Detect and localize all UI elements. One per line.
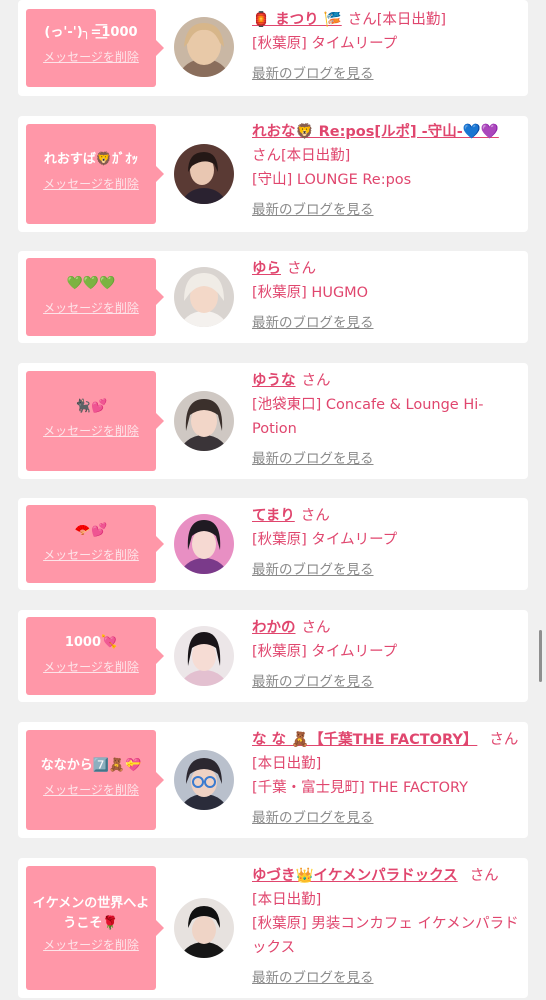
cast-name-link[interactable]: ゆうな	[252, 373, 296, 389]
latest-blog-link[interactable]: 最新のブログを見る	[252, 810, 374, 826]
status-text: [本日出勤]	[252, 756, 322, 772]
delete-message-link[interactable]: メッセージを削除	[43, 423, 139, 439]
shop-text: [守山] LOUNGE Re:pos	[252, 172, 412, 188]
honorific: さん	[347, 12, 377, 28]
avatar[interactable]	[174, 391, 234, 451]
message-text: れおすば🦁ｶﾞｵｯ	[43, 152, 139, 167]
shop-text: [秋葉原] 男装コンカフェ イケメンパラドックス	[252, 916, 519, 956]
latest-blog-link[interactable]: 最新のブログを見る	[252, 970, 374, 986]
message-card: イケメンの世界へようこそ🌹 メッセージを削除 ゆづき👑イケメンパラドックス さん …	[18, 858, 528, 998]
cast-name-link[interactable]: 🏮 まつり 🎏	[252, 12, 342, 28]
delete-message-link[interactable]: メッセージを削除	[43, 937, 139, 953]
message-list: (っ'-')╮=͟͟͞͞1000 メッセージを削除 🏮 まつり 🎏 さん[本日出勤…	[0, 0, 546, 1000]
message-card: ななから7️⃣🧸💝 メッセージを削除 な な 🧸【千葉THE FACTORY】さ…	[18, 722, 528, 838]
honorific: さん	[301, 620, 331, 636]
avatar[interactable]	[174, 267, 234, 327]
message-card: 1000💘 メッセージを削除 わかの さん [秋葉原] タイムリープ 最新のブログ…	[18, 610, 528, 702]
status-text: [本日出勤]	[281, 148, 351, 164]
honorific: さん	[489, 732, 519, 748]
message-card: 💚💚💚 メッセージを削除 ゆら さん [秋葉原] HUGMO 最新のブログを見る	[18, 251, 528, 343]
honorific: さん	[300, 508, 330, 524]
message-text: (っ'-')╮=͟͟͞͞1000	[44, 25, 138, 40]
honorific: さん	[252, 148, 281, 164]
message-bubble: 💚💚💚 メッセージを削除	[26, 258, 164, 336]
cast-name-link[interactable]: ゆら	[252, 261, 281, 277]
message-bubble: イケメンの世界へようこそ🌹 メッセージを削除	[26, 866, 164, 990]
avatar[interactable]	[174, 898, 234, 958]
message-card: れおすば🦁ｶﾞｵｯ メッセージを削除 れおな🦁 Re:pos[ルポ] -守山-💙…	[18, 116, 528, 232]
honorific: さん	[287, 261, 316, 277]
avatar[interactable]	[174, 17, 234, 77]
shop-text: [千葉・富士見町] THE FACTORY	[252, 780, 469, 796]
message-card: (っ'-')╮=͟͟͞͞1000 メッセージを削除 🏮 まつり 🎏 さん[本日出勤…	[18, 0, 528, 96]
latest-blog-link[interactable]: 最新のブログを見る	[252, 562, 374, 578]
message-text: ななから7️⃣🧸💝	[40, 758, 142, 773]
shop-text: [秋葉原] タイムリープ	[252, 36, 398, 52]
cast-name-link[interactable]: てまり	[252, 508, 295, 524]
cast-name-link[interactable]: れおな🦁 Re:pos[ルポ] -守山-💙💜	[252, 124, 499, 140]
message-bubble: 🪭💕 メッセージを削除	[26, 505, 164, 583]
message-bubble: ななから7️⃣🧸💝 メッセージを削除	[26, 730, 164, 830]
cast-name-link[interactable]: ゆづき👑イケメンパラドックス	[252, 868, 458, 884]
avatar[interactable]	[174, 750, 234, 810]
latest-blog-link[interactable]: 最新のブログを見る	[252, 202, 374, 218]
latest-blog-link[interactable]: 最新のブログを見る	[252, 315, 374, 331]
message-bubble: れおすば🦁ｶﾞｵｯ メッセージを削除	[26, 124, 164, 224]
message-bubble: 1000💘 メッセージを削除	[26, 617, 164, 695]
shop-text: [秋葉原] タイムリープ	[252, 532, 398, 548]
message-text: 1000💘	[64, 635, 118, 650]
delete-message-link[interactable]: メッセージを削除	[43, 176, 139, 192]
message-text: 🐈‍⬛💕	[74, 399, 108, 414]
status-text: [本日出勤]	[252, 892, 322, 908]
latest-blog-link[interactable]: 最新のブログを見る	[252, 66, 374, 82]
message-card: 🪭💕 メッセージを削除 てまり さん [秋葉原] タイムリープ 最新のブログを見る	[18, 498, 528, 590]
status-text: [本日出勤]	[376, 12, 447, 28]
scrollbar[interactable]	[539, 630, 542, 682]
delete-message-link[interactable]: メッセージを削除	[43, 782, 139, 798]
avatar[interactable]	[174, 626, 234, 686]
honorific: さん	[469, 868, 499, 884]
cast-name-link[interactable]: わかの	[252, 620, 296, 636]
message-bubble: (っ'-')╮=͟͟͞͞1000 メッセージを削除	[26, 9, 164, 87]
delete-message-link[interactable]: メッセージを削除	[43, 49, 139, 65]
latest-blog-link[interactable]: 最新のブログを見る	[252, 451, 374, 467]
avatar[interactable]	[174, 514, 234, 574]
delete-message-link[interactable]: メッセージを削除	[43, 659, 139, 675]
delete-message-link[interactable]: メッセージを削除	[43, 547, 139, 563]
cast-name-link[interactable]: な な 🧸【千葉THE FACTORY】	[252, 732, 477, 748]
message-text: 🪭💕	[74, 523, 108, 538]
message-card: 🐈‍⬛💕 メッセージを削除 ゆうな さん [池袋東口] Concafe & Lou…	[18, 363, 528, 479]
avatar[interactable]	[174, 144, 234, 204]
message-bubble: 🐈‍⬛💕 メッセージを削除	[26, 371, 164, 471]
shop-text: [秋葉原] HUGMO	[252, 285, 369, 301]
honorific: さん	[301, 373, 331, 389]
shop-text: [池袋東口] Concafe & Lounge Hi-Potion	[252, 397, 484, 437]
message-text: イケメンの世界へようこそ🌹	[32, 896, 150, 931]
latest-blog-link[interactable]: 最新のブログを見る	[252, 674, 374, 690]
shop-text: [秋葉原] タイムリープ	[252, 644, 398, 660]
message-text: 💚💚💚	[66, 276, 116, 291]
delete-message-link[interactable]: メッセージを削除	[43, 300, 139, 316]
